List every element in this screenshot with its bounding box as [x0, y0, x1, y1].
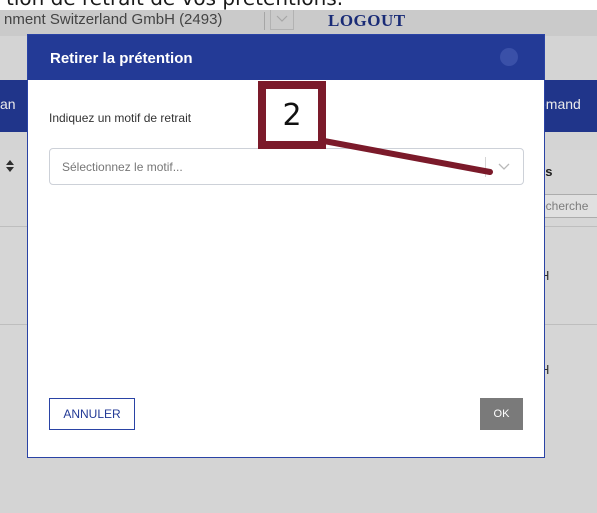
chevron-down-icon[interactable]: [496, 160, 512, 174]
ok-button[interactable]: OK: [480, 398, 523, 430]
annotation-step-badge: 2: [258, 81, 326, 149]
reason-select[interactable]: Sélectionnez le motif...: [49, 148, 524, 185]
select-divider: [485, 157, 486, 177]
close-icon[interactable]: [500, 48, 518, 66]
select-placeholder: Sélectionnez le motif...: [62, 160, 183, 174]
cancel-button[interactable]: ANNULER: [49, 398, 135, 430]
dialog-header: Retirer la prétention: [28, 35, 544, 80]
dialog-title: Retirer la prétention: [50, 50, 193, 67]
reason-label: Indiquez un motif de retrait: [49, 111, 192, 125]
